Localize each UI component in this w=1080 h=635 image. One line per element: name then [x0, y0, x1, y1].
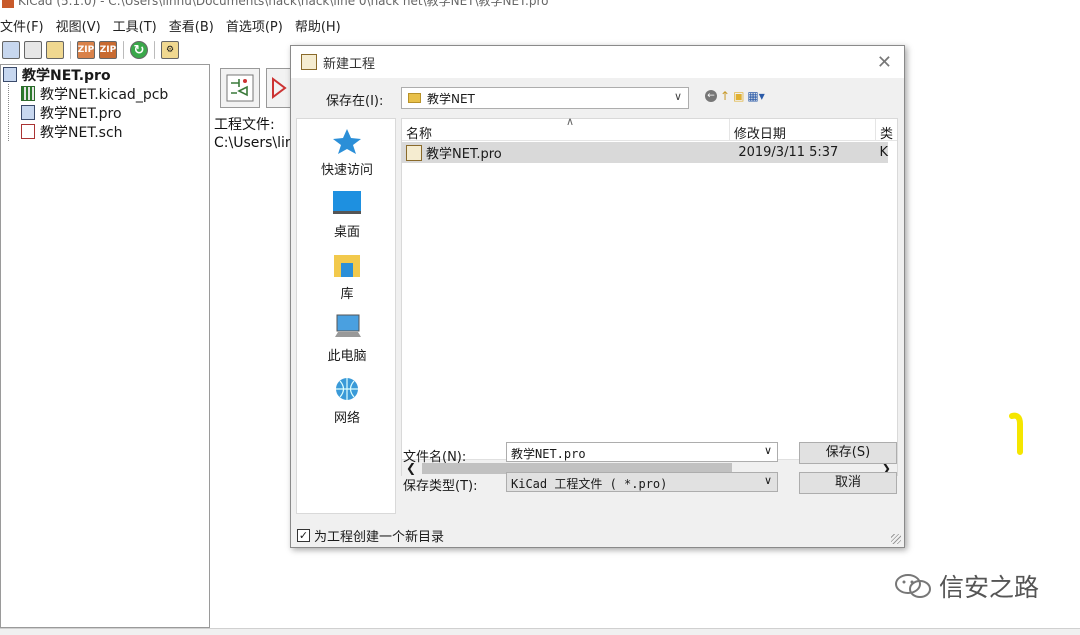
schematic-file-icon [21, 124, 35, 139]
main-toolbar: ZIP ZIP ↻ ⚙ [0, 38, 179, 62]
settings-icon[interactable]: ⚙ [161, 41, 179, 59]
new-folder-icon[interactable]: ▣ [733, 89, 744, 103]
resize-grip[interactable] [891, 534, 901, 544]
archive-zip-icon[interactable]: ZIP [77, 41, 95, 59]
place-desktop[interactable]: 桌面 [297, 189, 397, 240]
tree-item-label: 教学NET.pro [40, 105, 122, 122]
status-bar [0, 628, 1080, 635]
symbol-editor-icon [272, 77, 287, 99]
desktop-icon [331, 189, 363, 217]
back-icon[interactable]: ← [705, 90, 717, 102]
project-tree: 教学NET.pro 教学NET.kicad_pcb 教学NET.pro 教学NE… [0, 64, 210, 628]
file-list-header: ∧ 名称 修改日期 类 [402, 115, 897, 142]
file-type: K [879, 145, 888, 160]
cancel-button[interactable]: 取消 [799, 472, 897, 494]
place-label: 此电脑 [327, 349, 367, 364]
file-list: ∧ 名称 修改日期 类 教学NET.pro 2019/3/11 5:37 K ❮ … [401, 115, 898, 476]
save-in-value: 教学NET [427, 91, 475, 106]
tree-item-label: 教学NET.sch [40, 124, 123, 141]
save-in-dropdown[interactable]: 教学NET ∨ [401, 87, 689, 109]
file-name: 教学NET.pro [426, 147, 502, 162]
sort-up-icon: ∧ [566, 115, 575, 128]
column-name[interactable]: ∧ 名称 [402, 115, 730, 142]
pcb-file-icon [21, 86, 35, 101]
schematic-editor-button[interactable] [220, 68, 260, 108]
kicad-app-icon [2, 0, 14, 8]
refresh-icon[interactable]: ↻ [130, 41, 148, 59]
dialog-title: 新建工程 [323, 56, 376, 72]
place-label: 桌面 [333, 225, 360, 240]
project-file-icon [21, 105, 35, 120]
watermark: 信安之路 [893, 568, 1039, 604]
window-title: KiCad (5.1.0) - C:\Users\linhu\Documents… [18, 0, 549, 8]
symbol-editor-button[interactable] [266, 68, 292, 108]
tree-root-label: 教学NET.pro [22, 67, 111, 84]
star-icon [331, 127, 363, 155]
watermark-text: 信安之路 [939, 573, 1040, 602]
tree-item-label: 教学NET.kicad_pcb [40, 86, 169, 103]
network-icon [331, 375, 363, 403]
filetype-label: 保存类型(T): [403, 479, 478, 494]
chevron-down-icon: ∨ [763, 474, 772, 487]
window-title-bar: KiCad (5.1.0) - C:\Users\linhu\Documents… [0, 0, 1080, 8]
save-in-label: 保存在(I): [326, 94, 384, 109]
toolbar-separator [154, 41, 155, 59]
unarchive-zip-icon[interactable]: ZIP [99, 41, 117, 59]
create-directory-checkbox[interactable]: ✓ 为工程创建一个新目录 [297, 526, 444, 545]
column-type[interactable]: 类 [876, 119, 897, 142]
project-file-icon [3, 67, 17, 82]
tree-item-sch[interactable]: 教学NET.sch [1, 122, 209, 141]
checkbox-label: 为工程创建一个新目录 [314, 530, 445, 545]
close-icon[interactable]: ✕ [877, 52, 892, 73]
menu-preferences[interactable]: 首选项(P) [226, 14, 283, 36]
schematic-editor-icon [226, 74, 254, 102]
nav-toolbar: ← ↑ ▣ ▦▾ [705, 89, 765, 103]
tree-item-pro[interactable]: 教学NET.pro [1, 103, 209, 122]
kicad-project-icon [406, 144, 422, 161]
save-project-icon[interactable] [46, 41, 64, 59]
toolbar-separator [70, 41, 71, 59]
toolbar-separator [123, 41, 124, 59]
file-row[interactable]: 教学NET.pro 2019/3/11 5:37 K [402, 142, 888, 163]
filename-input[interactable]: 教学NET.pro ∨ [506, 442, 778, 462]
new-project-icon[interactable] [2, 41, 20, 59]
menu-tools[interactable]: 工具(T) [113, 14, 157, 36]
wechat-logo-icon [895, 574, 931, 598]
up-folder-icon[interactable]: ↑ [720, 89, 730, 103]
place-this-pc[interactable]: 此电脑 [297, 313, 397, 364]
menu-bar: 文件(F) 视图(V) 工具(T) 查看(B) 首选项(P) 帮助(H) [0, 14, 341, 36]
computer-icon [331, 313, 363, 341]
dialog-title-bar: 新建工程 ✕ [291, 46, 904, 78]
folder-icon [408, 93, 421, 103]
chevron-down-icon: ∨ [673, 90, 682, 103]
place-library[interactable]: 库 [297, 251, 397, 302]
highlight-mark [1009, 412, 1023, 455]
new-project-dialog: 新建工程 ✕ 保存在(I): 教学NET ∨ ← ↑ ▣ ▦▾ 快速访问 桌面 … [290, 45, 905, 548]
checkbox-checked-icon[interactable]: ✓ [297, 529, 310, 542]
tree-item-pcb[interactable]: 教学NET.kicad_pcb [1, 84, 209, 103]
filename-label: 文件名(N): [403, 450, 467, 465]
place-network[interactable]: 网络 [297, 375, 397, 426]
filename-value: 教学NET.pro [511, 447, 586, 461]
place-label: 库 [340, 287, 354, 302]
place-quick-access[interactable]: 快速访问 [297, 127, 397, 178]
save-button[interactable]: 保存(S) [799, 442, 897, 464]
view-menu-icon[interactable]: ▦▾ [747, 89, 764, 103]
kicad-project-icon [301, 54, 317, 70]
menu-help[interactable]: 帮助(H) [295, 14, 341, 36]
place-label: 快速访问 [320, 163, 373, 178]
places-bar: 快速访问 桌面 库 此电脑 网络 [296, 118, 396, 514]
filetype-select[interactable]: KiCad 工程文件 ( *.pro) ∨ [506, 472, 778, 492]
column-date[interactable]: 修改日期 [730, 119, 876, 142]
open-project-icon[interactable] [24, 41, 42, 59]
tree-root-item[interactable]: 教学NET.pro [1, 65, 209, 84]
chevron-down-icon[interactable]: ∨ [764, 444, 772, 457]
filetype-value: KiCad 工程文件 ( *.pro) [511, 477, 668, 491]
place-label: 网络 [333, 411, 360, 426]
menu-view[interactable]: 视图(V) [56, 14, 101, 36]
menu-file[interactable]: 文件(F) [0, 14, 44, 36]
library-icon [331, 251, 363, 279]
file-date: 2019/3/11 5:37 [738, 145, 839, 160]
menu-browse[interactable]: 查看(B) [169, 14, 214, 36]
